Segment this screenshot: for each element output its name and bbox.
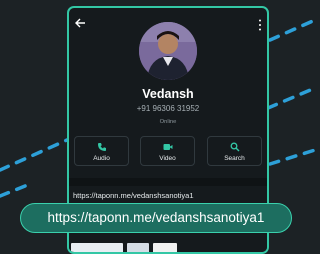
link-url-banner[interactable]: https://taponn.me/vedanshsanotiya1 bbox=[20, 203, 292, 233]
avatar[interactable] bbox=[139, 22, 197, 80]
search-button[interactable]: Search bbox=[207, 136, 262, 166]
media-thumbnails bbox=[71, 243, 261, 252]
action-buttons: Audio Video Search bbox=[74, 136, 262, 166]
back-arrow-icon[interactable] bbox=[74, 17, 86, 29]
audio-call-button[interactable]: Audio bbox=[74, 136, 129, 166]
contact-status: Online bbox=[159, 119, 177, 125]
video-label: Video bbox=[159, 155, 176, 162]
media-thumbnail[interactable] bbox=[71, 243, 123, 252]
media-thumbnail[interactable] bbox=[153, 243, 177, 252]
audio-label: Audio bbox=[93, 155, 110, 162]
video-call-button[interactable]: Video bbox=[140, 136, 195, 166]
search-icon bbox=[230, 142, 239, 152]
section-divider bbox=[69, 178, 267, 186]
phone-icon bbox=[97, 143, 106, 151]
search-label: Search bbox=[224, 155, 245, 162]
contact-name: Vedansh bbox=[142, 87, 194, 101]
profile-link[interactable]: https://taponn.me/vedanshsanotiya1 bbox=[73, 191, 194, 200]
contact-phone: +91 96306 31952 bbox=[136, 104, 200, 113]
video-icon bbox=[163, 144, 172, 150]
more-options-icon[interactable] bbox=[258, 19, 262, 31]
media-thumbnail[interactable] bbox=[127, 243, 149, 252]
